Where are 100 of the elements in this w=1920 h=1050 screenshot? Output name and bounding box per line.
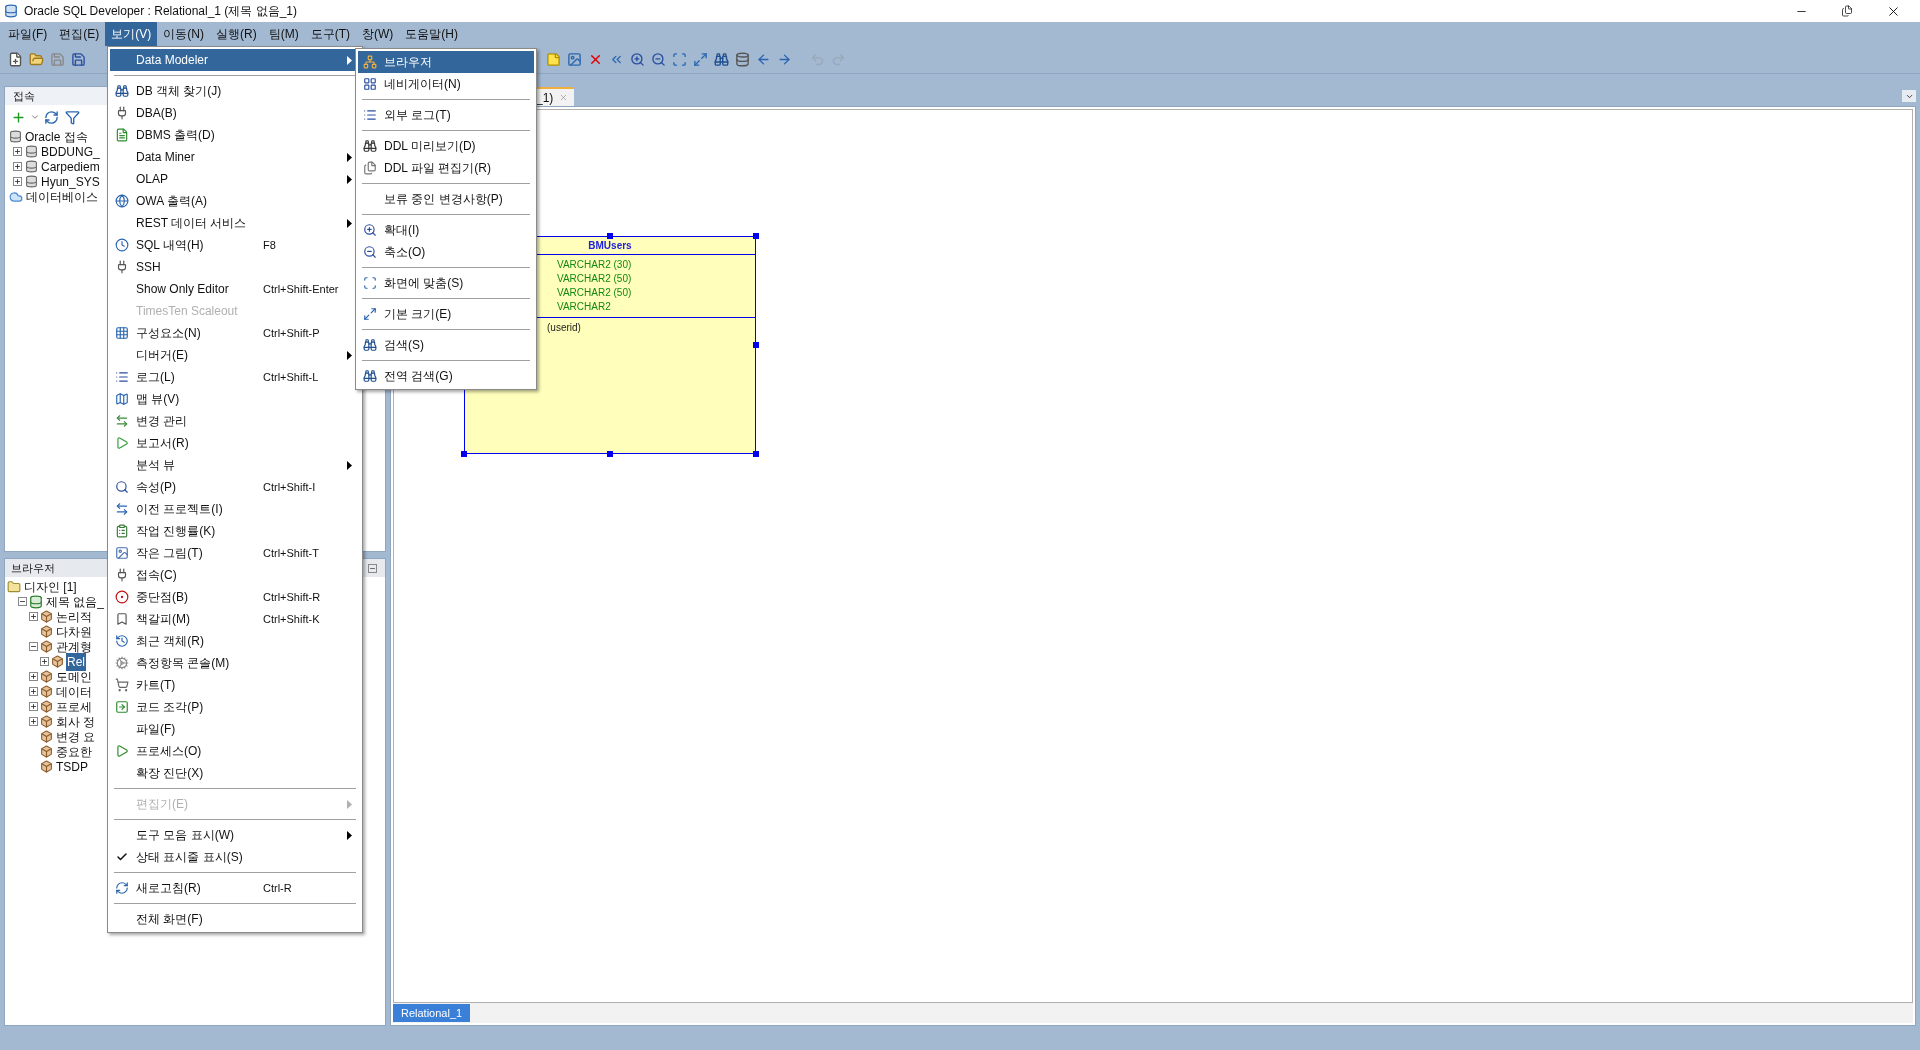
expand-icon[interactable]	[29, 717, 38, 726]
database-icon	[25, 160, 38, 173]
menu-item[interactable]: 속성(P) Ctrl+Shift-I	[110, 476, 360, 498]
panel-title: 브라우저	[10, 560, 56, 576]
menu-item-label: 카트(T)	[135, 677, 177, 694]
menu-item-label: DB 객체 찾기(J)	[135, 83, 223, 100]
menu-item-label: 속성(P)	[135, 479, 177, 496]
shortcut-label: Ctrl+Shift-R	[263, 589, 321, 605]
menu-bar-item[interactable]: 실행(R)	[210, 22, 263, 46]
expand-icon[interactable]	[29, 687, 38, 696]
menu-item-label: 확장 진단(X)	[135, 765, 205, 782]
menu-bar-item[interactable]: 도움말(H)	[399, 22, 464, 46]
menu-item[interactable]: 최근 객체(R)	[110, 630, 360, 652]
zoom-out-icon	[363, 245, 377, 259]
menu-item[interactable]: 프로세스(O)	[110, 740, 360, 762]
selection-handle[interactable]	[753, 342, 759, 348]
menu-item-label: 디버거(E)	[135, 347, 189, 364]
menu-item[interactable]: 새로고침(R) Ctrl-R	[110, 877, 360, 899]
menu-item-label: 책갈피(M)	[135, 611, 191, 628]
menu-item-label: DDL 미리보기(D)	[383, 138, 476, 155]
menu-item-label: 확대(I)	[383, 222, 420, 239]
menu-item-label: 새로고침(R)	[135, 880, 202, 897]
menu-item[interactable]: 이전 프로젝트(I)	[110, 498, 360, 520]
list-icon	[115, 370, 129, 384]
document-icon	[115, 128, 129, 142]
selection-handle[interactable]	[461, 451, 467, 457]
menu-item-label: 도구 모음 표시(W)	[135, 827, 235, 844]
menu-item-label: 로그(L)	[135, 369, 176, 386]
collapse-icon[interactable]	[18, 597, 27, 606]
expand-icon[interactable]	[29, 672, 38, 681]
menu-item[interactable]: 책갈피(M) Ctrl+Shift-K	[110, 608, 360, 630]
binoculars-icon[interactable]	[712, 50, 731, 69]
collapse-icon[interactable]	[29, 642, 38, 651]
menu-bar-item[interactable]: 팀(M)	[262, 22, 305, 46]
menu-item[interactable]: 보류 중인 변경사항(P)	[358, 188, 534, 210]
menu-item[interactable]: 변경 관리	[110, 410, 360, 432]
menu-item[interactable]: 중단점(B) Ctrl+Shift-R	[110, 586, 360, 608]
menu-item-label: 네비게이터(N)	[383, 76, 461, 93]
menu-bar-item[interactable]: 창(W)	[356, 22, 400, 46]
app-icon	[4, 4, 18, 18]
menu-item[interactable]: 작은 그림(T) Ctrl+Shift-T	[110, 542, 360, 564]
package-icon	[40, 670, 53, 683]
panel-tab[interactable]: 접속	[5, 87, 43, 105]
menu-item[interactable]: 확장 진단(X)	[110, 762, 360, 784]
menu-bar-item[interactable]: 이동(N)	[157, 22, 210, 46]
list-icon	[363, 108, 377, 122]
tree-item[interactable]: Rel	[66, 652, 86, 671]
arrows-icon	[115, 502, 129, 516]
zoom-out-icon[interactable]	[649, 50, 668, 69]
menu-item[interactable]: 코드 조각(P)	[110, 696, 360, 718]
menu-item-label: OLAP	[135, 171, 169, 188]
note-icon[interactable]	[544, 50, 563, 69]
map-icon	[115, 392, 129, 406]
database-icon[interactable]	[733, 50, 752, 69]
menu-item-label: 구성요소(N)	[135, 325, 202, 342]
resize-icon[interactable]	[691, 50, 710, 69]
menu-item[interactable]: 분석 뷰	[110, 454, 360, 476]
menu-bar-item[interactable]: 보기(V)	[105, 22, 158, 46]
menu-bar-item[interactable]: 도구(T)	[304, 22, 356, 46]
menu-item[interactable]: 카트(T)	[110, 674, 360, 696]
menu-item-label: 보류 중인 변경사항(P)	[383, 191, 503, 208]
expand-icon[interactable]	[40, 657, 49, 666]
tree-item[interactable]: 디자인 [1]	[23, 577, 78, 596]
menu-bar-item[interactable]: 편집(E)	[53, 22, 106, 46]
menu-item[interactable]: DDL 미리보기(D)	[358, 135, 534, 157]
dropdown-icon[interactable]	[30, 112, 40, 122]
selection-handle[interactable]	[753, 451, 759, 457]
fit-icon[interactable]	[670, 50, 689, 69]
selection-handle[interactable]	[753, 233, 759, 239]
menu-item[interactable]: 맵 뷰(V)	[110, 388, 360, 410]
menu-item[interactable]: 보고서(R)	[110, 432, 360, 454]
menu-item[interactable]: 브라우저	[358, 51, 534, 73]
menu-item-label: 맵 뷰(V)	[135, 391, 181, 408]
restore-icon[interactable]	[1841, 5, 1853, 17]
expand-icon[interactable]	[13, 162, 22, 171]
selection-handle[interactable]	[607, 451, 613, 457]
menu-item[interactable]: 파일(F)	[110, 718, 360, 740]
save-all-icon[interactable]	[69, 50, 88, 69]
selection-handle[interactable]	[607, 233, 613, 239]
menu-item-label: Data Modeler	[135, 52, 210, 69]
menu-item[interactable]: DDL 파일 편집기(R)	[358, 157, 534, 179]
zoom-in-icon[interactable]	[628, 50, 647, 69]
menu-item[interactable]: 전체 화면(F)	[110, 908, 360, 930]
expand-icon[interactable]	[13, 147, 22, 156]
binoculars-icon	[363, 338, 377, 352]
menu-item[interactable]: 도구 모음 표시(W)	[110, 824, 360, 846]
menu-item[interactable]: 접속(C)	[110, 564, 360, 586]
menu-item[interactable]: 상태 표시줄 표시(S)	[110, 846, 360, 868]
window-title: Oracle SQL Developer : Relational_1 (제목 없음_1)	[24, 3, 297, 20]
package-icon	[40, 760, 53, 773]
menu-item-label: 변경 관리	[135, 413, 189, 430]
menu-item[interactable]: 외부 로그(T)	[358, 104, 534, 126]
diagram-tab[interactable]: Relational_1	[393, 1004, 471, 1022]
menu-item[interactable]: 측정항목 콘솔(M)	[110, 652, 360, 674]
expand-icon[interactable]	[29, 612, 38, 621]
image-icon[interactable]	[565, 50, 584, 69]
expand-icon[interactable]	[13, 177, 22, 186]
expand-icon[interactable]	[29, 702, 38, 711]
menu-item[interactable]: 작업 진행률(K)	[110, 520, 360, 542]
menu-bar-item[interactable]: 파일(F)	[2, 22, 54, 46]
